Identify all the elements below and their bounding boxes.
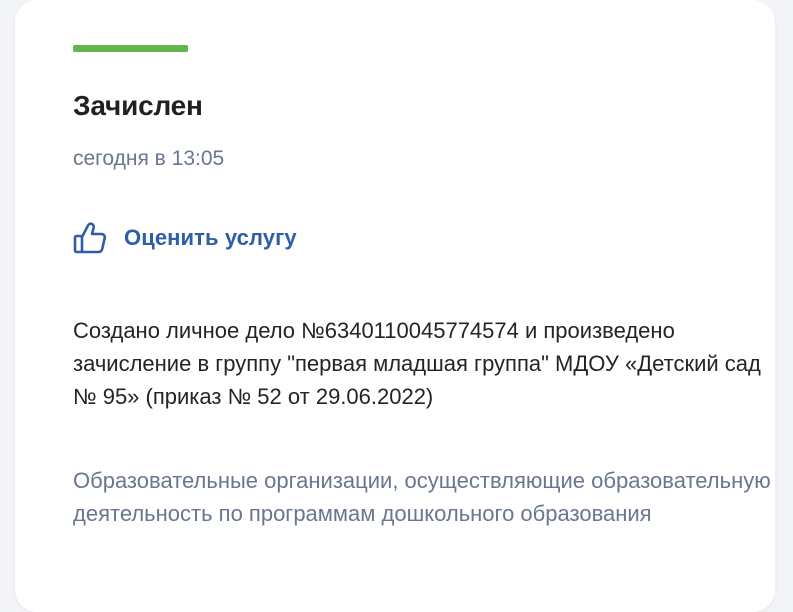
status-title: Зачислен (73, 90, 203, 121)
organization-type-text: Образовательные организации, осуществляю… (73, 468, 771, 526)
rate-service-link[interactable]: Оценить услугу (70, 218, 297, 258)
status-indicator-stripe (73, 45, 188, 52)
enrollment-description: Создано личное дело №6340110045774574 и … (73, 318, 761, 409)
thumbs-up-icon (70, 218, 110, 258)
status-timestamp: сегодня в 13:05 (73, 147, 225, 170)
status-card: Зачислен сегодня в 13:05 Оценить услугу … (15, 0, 775, 612)
rate-service-label: Оценить услугу (124, 225, 297, 250)
